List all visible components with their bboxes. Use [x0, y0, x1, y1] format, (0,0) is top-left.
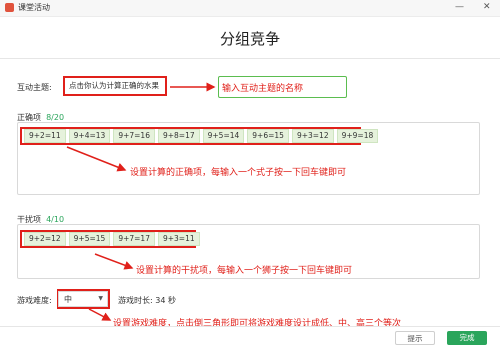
annotation-arrows [66, 82, 216, 321]
arrow-difficulty [88, 308, 112, 321]
arrow-distractor [94, 253, 134, 270]
arrow-correct [66, 146, 127, 172]
